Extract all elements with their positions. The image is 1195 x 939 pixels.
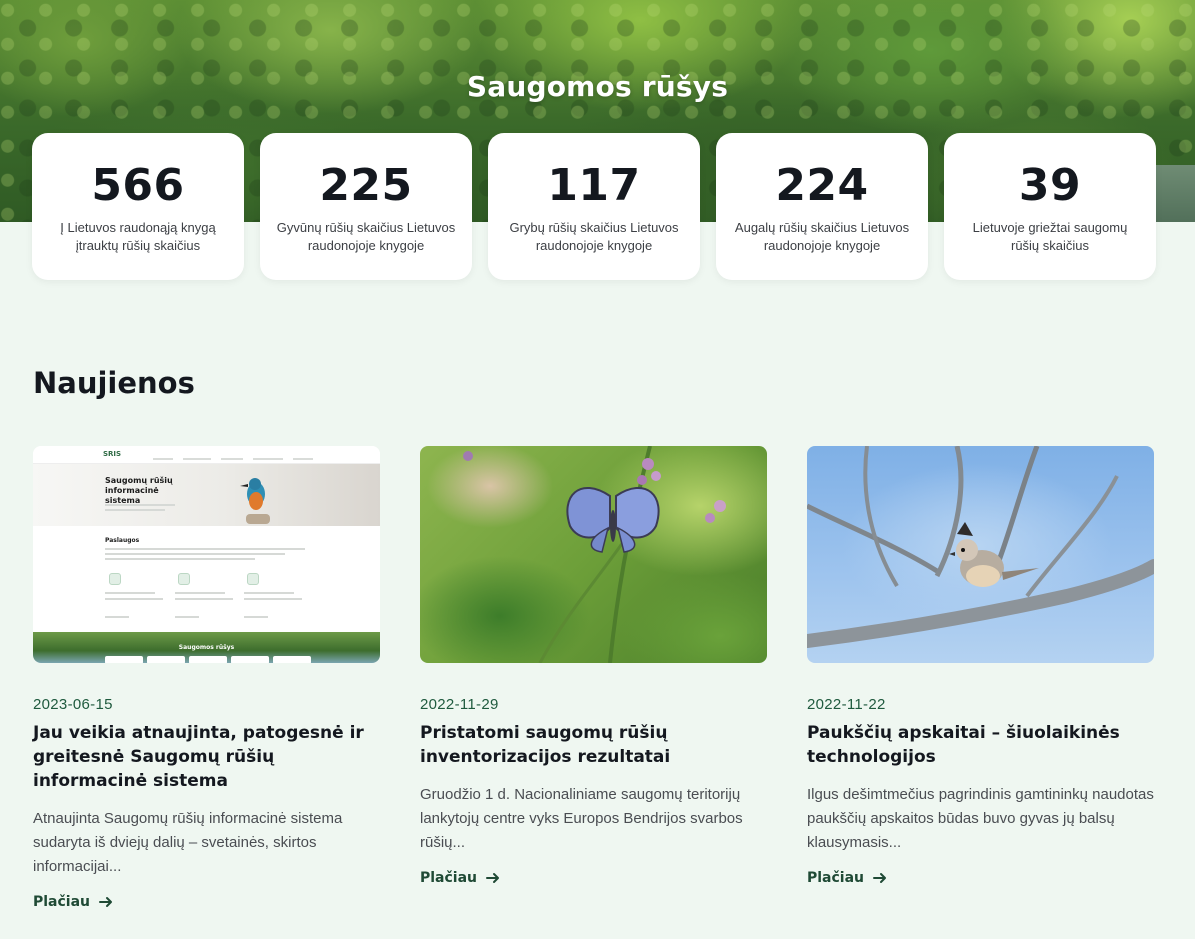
- stats-row: 566 Į Lietuvos raudonąją knygą įtrauktų …: [32, 133, 1156, 280]
- read-more-label: Plačiau: [33, 894, 91, 910]
- butterfly-photo: [463, 446, 726, 663]
- screenshot-nav: [33, 446, 380, 464]
- stat-card-plants: 224 Augalų rūšių skaičius Lietuvos raudo…: [716, 133, 928, 280]
- news-title-link[interactable]: Jau veikia atnaujinta, patogesnė ir grei…: [33, 721, 380, 793]
- screenshot-service-icon: [109, 573, 121, 585]
- stat-label: Augalų rūšių skaičius Lietuvos raudonojo…: [734, 220, 910, 253]
- news-image-bird[interactable]: [807, 446, 1154, 663]
- stat-card-animals: 225 Gyvūnų rūšių skaičius Lietuvos raudo…: [260, 133, 472, 280]
- arrow-right-icon: [873, 873, 887, 883]
- stat-label: Į Lietuvos raudonąją knygą įtrauktų rūši…: [60, 220, 216, 253]
- read-more-link[interactable]: Plačiau: [807, 870, 888, 886]
- stat-value: 225: [319, 160, 413, 211]
- screenshot-heading: Saugomų rūšių informacinė sistema: [105, 476, 173, 505]
- screenshot-hero: [33, 464, 380, 526]
- news-title-link[interactable]: Paukščių apskaitai – šiuolaikinės techno…: [807, 721, 1154, 769]
- stat-card-fungi: 117 Grybų rūšių skaičius Lietuvos raudon…: [488, 133, 700, 280]
- news-card: 2022-11-22 Paukščių apskaitai – šiuolaik…: [807, 446, 1154, 887]
- read-more-label: Plačiau: [420, 870, 478, 886]
- arrow-right-icon: [486, 873, 500, 883]
- news-excerpt: Atnaujinta Saugomų rūšių informacinė sis…: [33, 810, 343, 875]
- news-excerpt: Ilgus dešimtmečius pagrindinis gamtinink…: [807, 786, 1154, 851]
- arrow-right-icon: [99, 897, 113, 907]
- news-card: SRIS Saugomų rūšių informacinė sistema P…: [33, 446, 380, 911]
- stat-value: 39: [1018, 160, 1082, 211]
- stat-card-strictly-protected: 39 Lietuvoje griežtai saugomų rūšių skai…: [944, 133, 1156, 280]
- stat-label: Grybų rūšių skaičius Lietuvos raudonojoj…: [509, 220, 679, 253]
- news-title-link[interactable]: Pristatomi saugomų rūšių inventorizacijo…: [420, 721, 767, 769]
- news-date: 2023-06-15: [33, 696, 113, 713]
- news-excerpt: Gruodžio 1 d. Nacionaliniame saugomų ter…: [420, 786, 743, 851]
- stat-value: 117: [547, 160, 641, 211]
- kingfisher-icon: [240, 478, 270, 524]
- news-date: 2022-11-22: [807, 696, 886, 713]
- news-image-butterfly[interactable]: [420, 446, 767, 663]
- read-more-link[interactable]: Plačiau: [33, 894, 114, 910]
- stat-value: 224: [775, 160, 869, 211]
- news-card: 2022-11-29 Pristatomi saugomų rūšių inve…: [420, 446, 767, 887]
- bird-on-branch-photo: [807, 446, 1154, 648]
- stat-label: Gyvūnų rūšių skaičius Lietuvos raudonojo…: [276, 220, 456, 253]
- screenshot-section-title: Paslaugos: [105, 537, 140, 544]
- screenshot-service-icon: [178, 573, 190, 585]
- read-more-link[interactable]: Plačiau: [420, 870, 501, 886]
- screenshot-logo: SRIS: [103, 450, 122, 458]
- news-image-website-screenshot[interactable]: SRIS Saugomų rūšių informacinė sistema P…: [33, 446, 380, 663]
- stat-label: Lietuvoje griežtai saugomų rūšių skaičiu…: [972, 220, 1128, 253]
- screenshot-footer-title: Saugomos rūšys: [178, 644, 235, 651]
- stat-card-red-book-total: 566 Į Lietuvos raudonąją knygą įtrauktų …: [32, 133, 244, 280]
- screenshot-service-icon: [247, 573, 259, 585]
- news-section-title: Naujienos: [33, 366, 195, 400]
- stat-value: 566: [91, 160, 185, 211]
- read-more-label: Plačiau: [807, 870, 865, 886]
- hero-title: Saugomos rūšys: [466, 70, 729, 103]
- news-date: 2022-11-29: [420, 696, 499, 713]
